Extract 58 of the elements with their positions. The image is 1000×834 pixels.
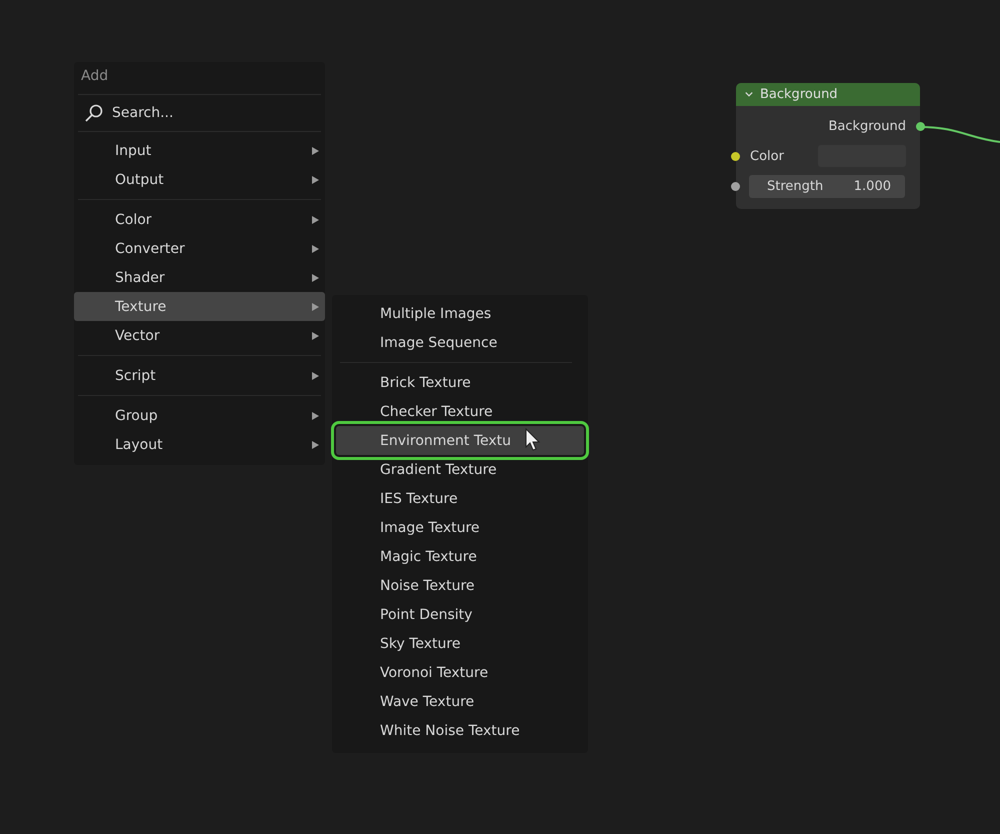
input-socket[interactable] bbox=[731, 152, 740, 161]
menu-item[interactable]: IES Texture bbox=[336, 484, 584, 513]
input-socket[interactable] bbox=[731, 182, 740, 191]
menu-item[interactable]: Wave Texture bbox=[336, 687, 584, 716]
submenu-arrow-icon bbox=[312, 216, 319, 224]
menu-item[interactable]: Vector bbox=[74, 321, 325, 350]
submenu-arrow-icon bbox=[312, 440, 319, 448]
submenu-arrow-icon bbox=[312, 332, 319, 340]
menu-item[interactable]: Voronoi Texture bbox=[336, 658, 584, 687]
menu-item[interactable]: Checker Texture bbox=[336, 397, 584, 426]
chevron-icon bbox=[744, 90, 754, 98]
menu-item[interactable]: Point Density bbox=[336, 600, 584, 629]
menu-item[interactable]: Output bbox=[74, 165, 325, 194]
submenu-arrow-icon bbox=[312, 146, 319, 154]
menu-item-label: Group bbox=[115, 408, 158, 424]
submenu-arrow-icon bbox=[312, 372, 319, 380]
submenu-arrow-icon bbox=[312, 302, 319, 310]
socket-label: Background bbox=[828, 118, 906, 134]
menu-item-label: Converter bbox=[115, 240, 185, 256]
output-socket[interactable] bbox=[916, 122, 925, 131]
mouse-cursor-icon bbox=[525, 428, 541, 452]
menu-item[interactable]: Gradient Texture bbox=[336, 455, 584, 484]
menu-item[interactable]: Environment Textu bbox=[336, 426, 584, 455]
menu-item-label: Texture bbox=[115, 298, 166, 314]
menu-item[interactable]: Magic Texture bbox=[336, 542, 584, 571]
menu-item-label: Vector bbox=[115, 328, 160, 344]
menu-item[interactable]: Image Sequence bbox=[336, 328, 584, 357]
menu-item-label: Shader bbox=[115, 270, 165, 286]
submenu-arrow-icon bbox=[312, 412, 319, 420]
submenu-arrow-icon bbox=[312, 244, 319, 252]
menu-item-label: Script bbox=[115, 368, 156, 384]
menu-item-label: Layout bbox=[115, 436, 163, 452]
menu-item[interactable]: Noise Texture bbox=[336, 571, 584, 600]
search-icon bbox=[84, 103, 104, 123]
menu-item[interactable]: Image Texture bbox=[336, 513, 584, 542]
socket-label: Color bbox=[750, 148, 784, 164]
node-header[interactable]: Background bbox=[736, 83, 920, 106]
menu-title: Add bbox=[80, 67, 110, 86]
menu-item[interactable]: Texture bbox=[74, 292, 325, 321]
menu-item[interactable]: Sky Texture bbox=[336, 629, 584, 658]
node-title: Background bbox=[760, 87, 838, 102]
menu-item[interactable]: Brick Texture bbox=[336, 368, 584, 397]
menu-item[interactable]: Group bbox=[74, 401, 325, 430]
submenu-arrow-icon bbox=[312, 274, 319, 282]
menu-item[interactable]: Converter bbox=[74, 234, 325, 263]
menu-item[interactable]: Multiple Images bbox=[336, 299, 584, 328]
menu-item-label: Color bbox=[115, 212, 152, 228]
menu-item-label: Output bbox=[115, 172, 164, 188]
menu-item[interactable]: Shader bbox=[74, 263, 325, 292]
menu-item[interactable]: Layout bbox=[74, 430, 325, 459]
menu-item[interactable]: Color bbox=[74, 205, 325, 234]
submenu-arrow-icon bbox=[312, 176, 319, 184]
menu-item[interactable]: Script bbox=[74, 361, 325, 390]
menu-item-label: Input bbox=[115, 142, 152, 158]
menu-item[interactable]: Input bbox=[74, 136, 325, 165]
strength-field[interactable]: Strength 1.000 bbox=[749, 174, 905, 198]
menu-item[interactable]: White Noise Texture bbox=[336, 716, 584, 745]
search-field[interactable]: Search... bbox=[112, 105, 292, 121]
